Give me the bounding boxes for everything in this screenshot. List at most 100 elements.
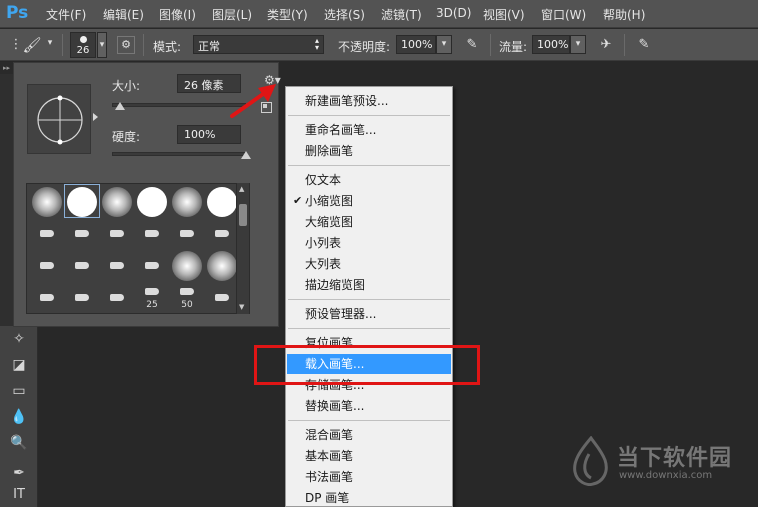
eraser-icon[interactable]: ◪ [8,354,30,376]
menu-option[interactable]: 重命名画笔... [287,120,451,140]
brush-preset[interactable] [66,250,98,282]
menu-item[interactable]: 类型(Y) [267,6,308,23]
dodge-icon[interactable]: 🔍 [8,432,30,454]
opacity-dropdown[interactable]: ▾ [436,35,452,54]
brush-preset[interactable] [31,186,63,218]
brush-preset[interactable] [206,250,238,282]
brush-preset[interactable] [136,218,168,250]
brush-preset[interactable] [136,250,168,282]
brush-preset[interactable] [31,218,63,250]
brush-preset[interactable] [31,282,63,313]
brush-preset[interactable] [101,186,133,218]
preview-arrow-icon [93,113,98,121]
brush-preset[interactable] [206,282,238,313]
menu-separator [288,420,450,421]
brush-tip-icon [40,230,54,237]
brush-angle-preview[interactable] [27,84,91,154]
size-slider-track[interactable] [112,103,246,107]
flow-input[interactable]: 100% [532,35,570,54]
menu-item[interactable]: 3D(D) [436,6,471,20]
brush-preset[interactable]: 50 [171,282,203,313]
panel-collapse-icon[interactable]: ▸▸ [0,62,13,74]
pen-icon[interactable]: ✒ [8,462,30,484]
menu-item[interactable]: 选择(S) [324,6,365,23]
menu-option[interactable]: 描边缩览图 [287,275,451,295]
soft-brush-icon [32,187,62,217]
brush-preset[interactable] [101,218,133,250]
blur-icon[interactable]: 💧 [8,406,30,428]
brush-preset[interactable] [66,282,98,313]
menu-item[interactable]: 文件(F) [46,6,86,23]
menu-option[interactable]: 新建画笔预设... [287,91,451,111]
menu-option-label: 小列表 [305,236,342,250]
menu-option-label: 小缩览图 [305,194,354,208]
brush-preset[interactable]: 25 [136,282,168,313]
menu-option[interactable]: 大缩览图 [287,212,451,232]
menu-option[interactable]: 替换画笔... [287,396,451,416]
hardness-input[interactable]: 100% [177,125,241,144]
size-slider-thumb[interactable] [115,102,126,110]
gradient-icon[interactable]: ▭ [8,380,30,402]
brush-preset[interactable] [171,218,203,250]
menu-option[interactable]: 仅文本 [287,170,451,190]
tool-preset-dropdown[interactable]: ▾ [44,35,56,54]
scroll-thumb[interactable] [239,204,247,226]
brush-preset[interactable] [101,282,133,313]
pressure-size-icon[interactable]: ✎ [634,35,654,55]
brush-tool-icon[interactable]: 🖌 [22,35,42,55]
separator [490,34,491,56]
flow-dropdown[interactable]: ▾ [570,35,586,54]
hardness-value: 100% [184,128,216,141]
mode-select[interactable]: 正常 ▴ ▾ [193,35,324,54]
opacity-input[interactable]: 100% [396,35,436,54]
brush-tip-icon [40,294,54,301]
menu-option[interactable]: ✔ 小缩览图 [287,191,451,211]
menu-item[interactable]: 图像(I) [159,6,196,23]
brush-size-picker[interactable]: 26 [70,32,96,58]
menu-bar: Ps 文件(F) 编辑(E) 图像(I) 图层(L) 类型(Y) 选择(S) 滤镜(T) 3D… [0,0,758,28]
menu-option[interactable]: 混合画笔 [287,425,451,445]
menu-option[interactable]: DP 画笔 [287,488,451,507]
brush-preset[interactable] [206,186,238,218]
menu-option-label: 混合画笔 [305,428,354,442]
brush-picker-dropdown[interactable]: ▾ [97,32,107,58]
menu-option-label: 预设管理器... [305,307,377,321]
scroll-down-icon[interactable]: ▼ [239,303,244,311]
pressure-opacity-icon[interactable]: ✎ [462,35,482,55]
brush-tip-icon [110,262,124,269]
menu-item[interactable]: 窗口(W) [541,6,586,23]
menu-option[interactable]: 书法画笔 [287,467,451,487]
menu-option[interactable]: 删除画笔 [287,141,451,161]
watermark-name: 当下软件园 [617,446,733,471]
hardness-slider-thumb[interactable] [241,151,251,159]
menu-option[interactable]: 基本画笔 [287,446,451,466]
brush-preset[interactable] [171,250,203,282]
soft-brush-icon [172,187,202,217]
brush-preset[interactable] [206,218,238,250]
brush-preset[interactable] [101,250,133,282]
menu-item[interactable]: 帮助(H) [603,6,645,23]
flow-label: 流量: [499,40,528,54]
menu-item[interactable]: 滤镜(T) [381,6,422,23]
menu-item[interactable]: 编辑(E) [103,6,144,23]
brush-panel-toggle-icon[interactable]: ⚙ [117,36,135,54]
type-tool-icon[interactable]: IT [8,484,30,506]
menu-item[interactable]: 视图(V) [483,6,525,23]
opacity-value: 100% [401,38,433,51]
menu-option[interactable]: 大列表 [287,254,451,274]
preset-scrollbar[interactable]: ▲ ▼ [236,183,249,314]
menu-option[interactable]: 小列表 [287,233,451,253]
menu-item[interactable]: 图层(L) [212,6,252,23]
brush-preset[interactable] [64,184,100,218]
menu-separator [288,328,450,329]
brush-preset[interactable] [136,186,168,218]
history-brush-icon[interactable]: ✧ [8,328,30,350]
brush-preset[interactable] [171,186,203,218]
brush-size-value: 26 [76,45,90,56]
brush-preset[interactable] [31,250,63,282]
menu-option[interactable]: 预设管理器... [287,304,451,324]
hardness-slider-track[interactable] [112,152,246,156]
scroll-up-icon[interactable]: ▲ [239,185,244,193]
brush-preset[interactable] [66,218,98,250]
airbrush-icon[interactable]: ✈ [596,35,616,55]
